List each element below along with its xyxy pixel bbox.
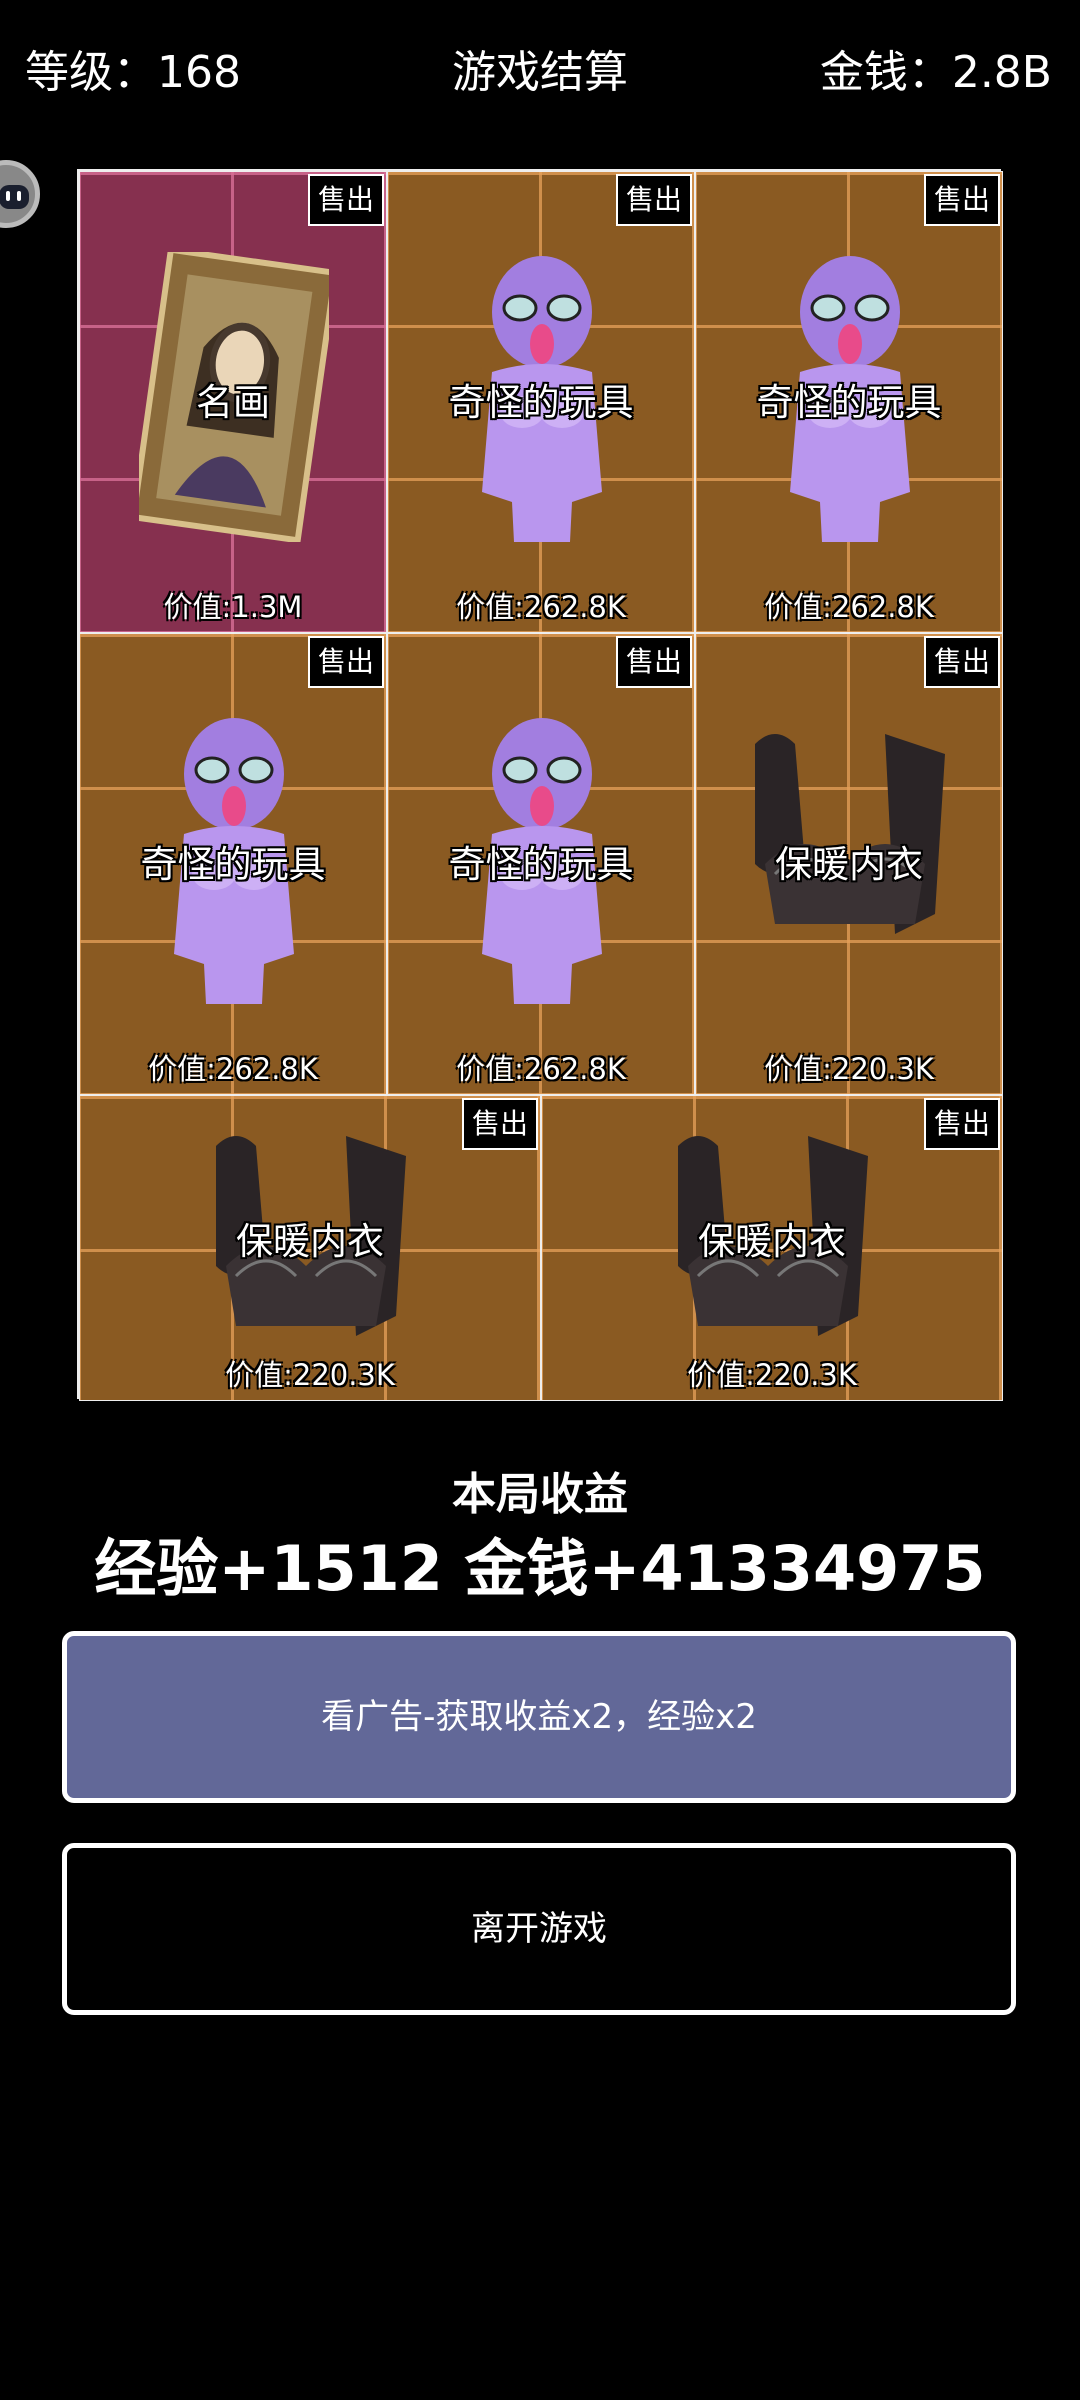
floating-assistant-button[interactable] [0, 160, 40, 228]
item-value: 价值:262.8K [148, 1052, 318, 1086]
money-label: 金钱：2.8B [819, 47, 1052, 98]
item-value: 价值:220.3K [687, 1358, 857, 1392]
sell-button[interactable]: 售出 [462, 1098, 538, 1150]
item-name: 奇怪的玩具 [448, 843, 634, 886]
sell-button[interactable]: 售出 [616, 636, 692, 688]
sell-button[interactable]: 售出 [924, 174, 1000, 226]
header: 等级：168 游戏结算 金钱：2.8B [0, 38, 1080, 108]
item-cell-lingerie[interactable]: 售出保暖内衣价值:220.3K [695, 633, 1003, 1095]
item-grid: 售出 名画 价值:1.3M 售出 奇怪的玩具 价值:262.8K 售出 奇怪的玩具 价值:262… [77, 169, 1003, 1401]
robot-face-icon [0, 185, 29, 209]
item-cell-doll[interactable]: 售出奇怪的玩具价值:262.8K [79, 633, 387, 1095]
sell-button[interactable]: 售出 [924, 636, 1000, 688]
item-cell-doll[interactable]: 售出奇怪的玩具价值:262.8K [387, 633, 695, 1095]
item-value: 价值:220.3K [764, 1052, 934, 1086]
item-value: 价值:1.3M [163, 590, 303, 624]
item-name: 奇怪的玩具 [756, 381, 942, 424]
item-cell-painting[interactable]: 售出名画价值:1.3M [79, 171, 387, 633]
item-value: 价值:220.3K [225, 1358, 395, 1392]
item-name: 奇怪的玩具 [448, 381, 634, 424]
watch-ad-double-button[interactable]: 看广告-获取收益x2，经验x2 [62, 1631, 1016, 1803]
item-name: 名画 [196, 381, 270, 424]
item-cell-doll[interactable]: 售出奇怪的玩具价值:262.8K [695, 171, 1003, 633]
item-name: 保暖内衣 [698, 1220, 846, 1263]
item-cell-lingerie[interactable]: 售出保暖内衣价值:220.3K [541, 1095, 1003, 1401]
sell-button[interactable]: 售出 [308, 174, 384, 226]
item-name: 奇怪的玩具 [140, 843, 326, 886]
item-cell-lingerie[interactable]: 售出保暖内衣价值:220.3K [79, 1095, 541, 1401]
item-value: 价值:262.8K [456, 590, 626, 624]
item-value: 价值:262.8K [764, 590, 934, 624]
sell-button[interactable]: 售出 [924, 1098, 1000, 1150]
earnings-values: 经验+1512 金钱+41334975 [94, 1532, 986, 1605]
earnings-title: 本局收益 [452, 1469, 628, 1520]
item-name: 保暖内衣 [775, 843, 923, 886]
item-cell-doll[interactable]: 售出奇怪的玩具价值:262.8K [387, 171, 695, 633]
item-value: 价值:262.8K [456, 1052, 626, 1086]
leave-game-button[interactable]: 离开游戏 [62, 1843, 1016, 2015]
sell-button[interactable]: 售出 [308, 636, 384, 688]
sell-button[interactable]: 售出 [616, 174, 692, 226]
item-name: 保暖内衣 [236, 1220, 384, 1263]
